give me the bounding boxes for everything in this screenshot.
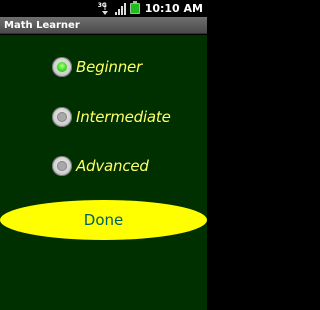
radio-indicator-icon: [57, 112, 67, 122]
battery-icon: [129, 1, 140, 14]
level-option-intermediate[interactable]: Intermediate: [52, 107, 171, 127]
level-selection-screen: Beginner Intermediate Advanced: [0, 35, 207, 310]
status-clock: 10:10 AM: [144, 2, 203, 15]
radio-button-unchecked[interactable]: [52, 107, 72, 127]
network-3g-icon: 3G: [97, 1, 112, 15]
done-button-label: Done: [83, 211, 124, 229]
network-label: 3G: [97, 1, 107, 9]
radio-button-unchecked[interactable]: [52, 156, 72, 176]
radio-indicator-icon: [57, 161, 67, 171]
level-label-beginner: Beginner: [76, 58, 143, 76]
level-option-beginner[interactable]: Beginner: [52, 57, 142, 77]
done-button[interactable]: Done: [0, 200, 207, 240]
app-title: Math Learner: [4, 19, 80, 31]
signal-icon: [114, 2, 127, 15]
level-label-advanced: Advanced: [76, 157, 149, 175]
radio-indicator-icon: [57, 62, 67, 72]
radio-button-checked[interactable]: [52, 57, 72, 77]
level-option-advanced[interactable]: Advanced: [52, 156, 149, 176]
level-label-intermediate: Intermediate: [76, 108, 171, 126]
status-bar: 3G 10:10 AM: [0, 0, 207, 17]
app-title-bar: Math Learner: [0, 17, 207, 34]
